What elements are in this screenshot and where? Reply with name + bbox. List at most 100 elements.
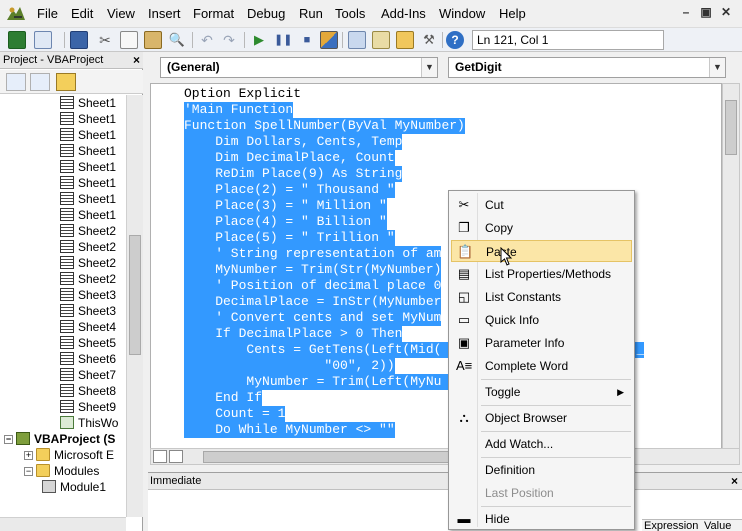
code-line[interactable]: Dim Dollars, Cents, Temp	[184, 134, 403, 150]
menu-tools[interactable]: Tools	[335, 6, 365, 21]
code-line[interactable]: Dim DecimalPlace, Count	[184, 150, 395, 166]
tree-item[interactable]: Sheet9	[60, 399, 116, 415]
restore-icon[interactable]: ▣	[698, 4, 714, 20]
menu-view[interactable]: View	[107, 6, 135, 21]
tree-item[interactable]: Sheet1	[60, 127, 116, 143]
menu-item-parameter-info[interactable]: ▣ Parameter Info	[451, 332, 632, 354]
code-line[interactable]: ' String representation of am	[184, 246, 442, 262]
run-icon[interactable]: ▶	[250, 31, 268, 49]
tree-item[interactable]: Sheet7	[60, 367, 116, 383]
menu-item-copy[interactable]: ❐ Copy	[451, 217, 632, 239]
menu-item-paste[interactable]: 📋Paste	[451, 240, 632, 262]
menu-window[interactable]: Window	[439, 6, 485, 21]
insert-userform-icon[interactable]	[34, 31, 52, 49]
code-editor[interactable]: Option Explicit 'Main Function Function Sp…	[150, 83, 722, 452]
code-line[interactable]: If DecimalPlace > 0 Then	[184, 326, 403, 342]
break-icon[interactable]: ❚❚	[274, 31, 292, 49]
immediate-window[interactable]: Immediate × Expression Value	[148, 472, 742, 531]
code-line[interactable]: DecimalPlace = InStr(MyNumber	[184, 294, 442, 310]
full-module-view-icon[interactable]	[169, 450, 183, 463]
menu-item-definition[interactable]: Definition	[451, 459, 632, 481]
tree-item[interactable]: − Modules	[24, 463, 99, 479]
code-line[interactable]: "00", 2))	[184, 358, 395, 374]
tree-item[interactable]: − VBAProject (S	[4, 431, 115, 447]
immediate-close-icon[interactable]: ×	[731, 473, 738, 490]
view-excel-icon[interactable]	[8, 31, 26, 49]
menu-item-object-browser[interactable]: ⛬ Object Browser	[451, 407, 632, 429]
tree-item[interactable]: Sheet1	[60, 159, 116, 175]
tree-item[interactable]: Sheet2	[60, 271, 116, 287]
code-line[interactable]: ReDim Place(9) As String	[184, 166, 403, 182]
close-icon[interactable]: ✕	[718, 4, 734, 20]
watch-col-expression[interactable]: Expression	[644, 520, 698, 531]
cut-icon[interactable]: ✂	[96, 31, 114, 49]
code-line[interactable]: Place(4) = " Billion "	[184, 214, 387, 230]
menu-item-list-constants[interactable]: ◱ List Constants	[451, 286, 632, 308]
object-browser-icon[interactable]	[396, 31, 414, 49]
code-line[interactable]: 'Main Function	[184, 102, 294, 118]
save-icon[interactable]	[70, 31, 88, 49]
expand-icon[interactable]: +	[24, 451, 33, 460]
procedure-combo[interactable]: GetDigit ▼	[448, 57, 726, 78]
tree-item[interactable]: Sheet1	[60, 175, 116, 191]
tree-item[interactable]: Sheet3	[60, 287, 116, 303]
menu-format[interactable]: Format	[193, 6, 234, 21]
view-code-button[interactable]	[6, 73, 26, 91]
code-line[interactable]: MyNumber = Trim(Str(MyNumber)	[184, 262, 442, 278]
paste-icon[interactable]	[144, 31, 162, 49]
view-object-button[interactable]	[30, 73, 50, 91]
tree-item[interactable]: Sheet5	[60, 335, 116, 351]
menu-item-hide[interactable]: ▬ Hide	[451, 508, 632, 530]
menu-run[interactable]: Run	[299, 6, 323, 21]
scrollbar-thumb[interactable]	[129, 235, 141, 355]
tree-item[interactable]: Sheet1	[60, 207, 116, 223]
tree-item[interactable]: ThisWo	[60, 415, 118, 431]
menu-add-ins[interactable]: Add-Ins	[381, 6, 426, 21]
menu-help[interactable]: Help	[499, 6, 526, 21]
properties-window-icon[interactable]	[372, 31, 390, 49]
toolbox-icon[interactable]: ⚒	[420, 31, 438, 49]
menu-insert[interactable]: Insert	[148, 6, 181, 21]
menu-edit[interactable]: Edit	[71, 6, 93, 21]
code-line[interactable]: ' Position of decimal place 0	[184, 278, 442, 294]
help-icon[interactable]: ?	[446, 31, 464, 49]
menu-debug[interactable]: Debug	[247, 6, 285, 21]
menu-item-list-properties-methods[interactable]: ▤ List Properties/Methods	[451, 263, 632, 285]
watch-col-value[interactable]: Value	[704, 520, 731, 531]
reset-icon[interactable]: ■	[298, 31, 316, 49]
tree-item[interactable]: Module1	[42, 479, 106, 495]
code-line[interactable]: End If	[184, 390, 263, 406]
procedure-view-icon[interactable]	[153, 450, 167, 463]
toggle-folders-button[interactable]	[56, 73, 76, 91]
tree-item[interactable]: Sheet1	[60, 111, 116, 127]
menu-item-cut[interactable]: ✂ Cut	[451, 194, 632, 216]
menu-item-toggle[interactable]: Toggle ▶	[451, 381, 632, 403]
tree-item[interactable]: + Microsoft E	[24, 447, 114, 463]
menu-file[interactable]: File	[37, 6, 58, 21]
code-line[interactable]: Place(2) = " Thousand "	[184, 182, 395, 198]
tree-item[interactable]: Sheet6	[60, 351, 116, 367]
code-line[interactable]: Place(3) = " Million "	[184, 198, 387, 214]
tree-item[interactable]: Sheet4	[60, 319, 116, 335]
tree-item[interactable]: Sheet2	[60, 239, 116, 255]
menu-item-quick-info[interactable]: ▭ Quick Info	[451, 309, 632, 331]
tree-item[interactable]: Sheet3	[60, 303, 116, 319]
redo-icon[interactable]: ↷	[220, 31, 238, 49]
find-icon[interactable]: 🔍	[168, 31, 186, 49]
chevron-down-icon[interactable]: ▼	[709, 58, 725, 77]
code-line[interactable]: Place(5) = " Trillion "	[184, 230, 395, 246]
project-tree-vertical-scrollbar[interactable]	[126, 95, 143, 517]
tree-item[interactable]: Sheet1	[60, 143, 116, 159]
code-line[interactable]: Function SpellNumber(ByVal MyNumber)	[184, 118, 465, 134]
tree-item[interactable]: Sheet1	[60, 95, 116, 111]
menu-item-complete-word[interactable]: A≡ Complete Word	[451, 355, 632, 377]
tree-item[interactable]: Sheet2	[60, 255, 116, 271]
code-line[interactable]: ' Convert cents and set MyNum	[184, 310, 442, 326]
design-mode-icon[interactable]	[320, 31, 338, 49]
vba-app-icon[interactable]	[4, 4, 28, 24]
code-line[interactable]: Option Explicit	[184, 86, 301, 102]
project-explorer-icon[interactable]	[348, 31, 366, 49]
tree-item[interactable]: Sheet8	[60, 383, 116, 399]
object-combo[interactable]: (General) ▼	[160, 57, 438, 78]
project-tree-horizontal-scrollbar[interactable]	[0, 517, 126, 531]
